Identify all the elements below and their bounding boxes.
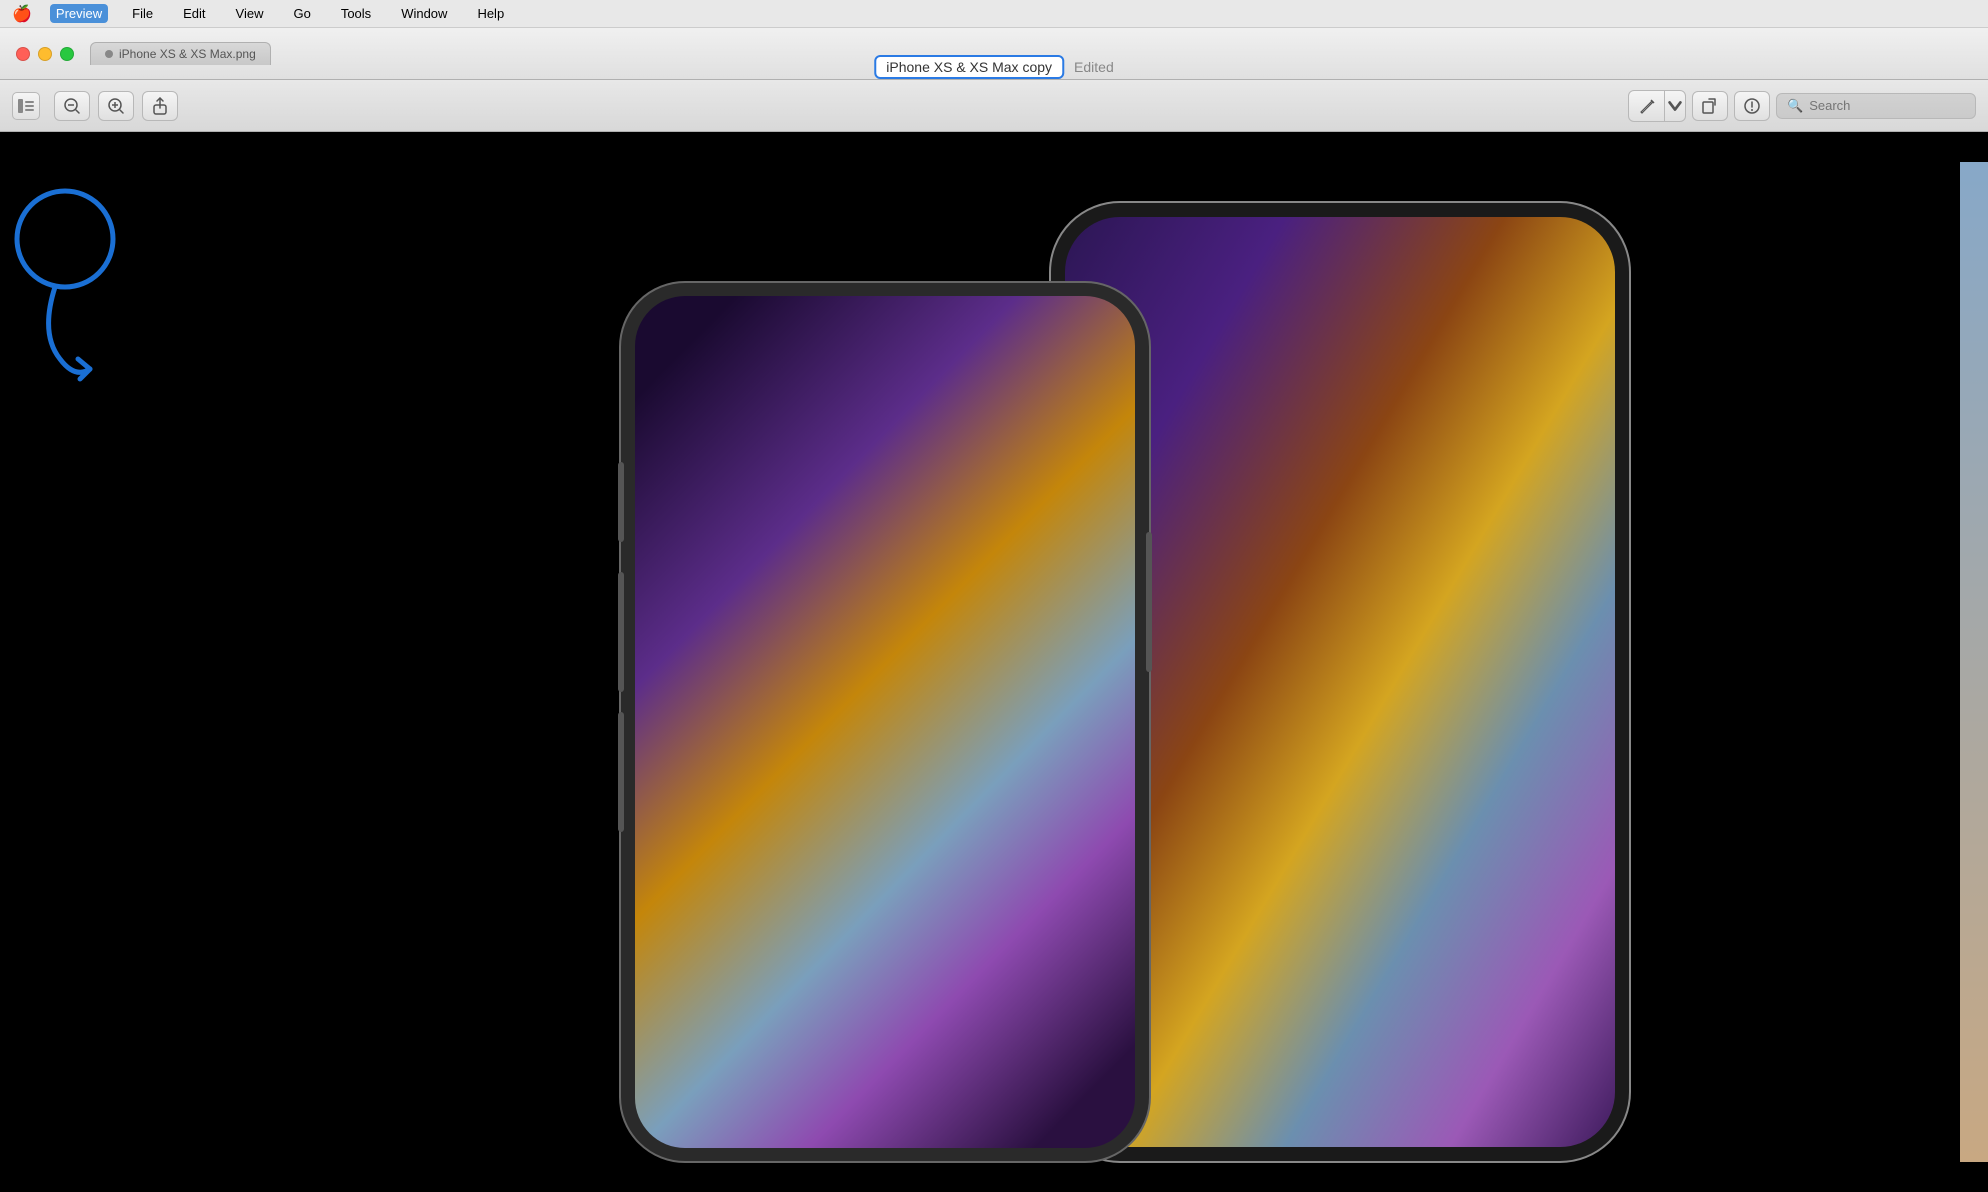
tab-dot	[105, 50, 113, 58]
search-input[interactable]	[1809, 98, 1965, 113]
window-title: iPhone XS & XS Max copy	[886, 59, 1052, 75]
menubar-view[interactable]: View	[230, 4, 270, 23]
menubar-file[interactable]: File	[126, 4, 159, 23]
rotate-button[interactable]	[1692, 91, 1728, 121]
window-title-box[interactable]: iPhone XS & XS Max copy	[874, 55, 1064, 79]
minimize-button[interactable]	[38, 47, 52, 61]
apple-menu[interactable]: 🍎	[12, 4, 32, 24]
menubar-preview[interactable]: Preview	[50, 4, 108, 23]
close-button[interactable]	[16, 47, 30, 61]
edited-label: Edited	[1074, 59, 1114, 75]
titlebar: iPhone XS & XS Max.png iPhone XS & XS Ma…	[0, 28, 1988, 80]
window-title-area: iPhone XS & XS Max copy Edited	[874, 54, 1113, 80]
search-bar[interactable]: 🔍	[1776, 93, 1976, 119]
pen-tool-dropdown[interactable]	[1665, 91, 1685, 121]
markup-button-group	[1628, 90, 1686, 122]
preview-window: iPhone XS & XS Max.png iPhone XS & XS Ma…	[0, 28, 1988, 1192]
toolbar: 🔍	[0, 80, 1988, 132]
toolbar-right: 🔍	[1628, 90, 1976, 122]
menubar-edit[interactable]: Edit	[177, 4, 211, 23]
markup-annotate-button[interactable]	[1734, 91, 1770, 121]
content-area	[0, 132, 1988, 1192]
share-button[interactable]	[142, 91, 178, 121]
document-tab[interactable]: iPhone XS & XS Max.png	[90, 42, 271, 65]
maximize-button[interactable]	[60, 47, 74, 61]
menubar: 🍎 Preview File Edit View Go Tools Window…	[0, 0, 1988, 28]
zoom-out-button[interactable]	[54, 91, 90, 121]
menubar-tools[interactable]: Tools	[335, 4, 377, 23]
tab-filename: iPhone XS & XS Max.png	[119, 47, 256, 61]
traffic-lights	[16, 47, 74, 61]
pen-tool-button[interactable]	[1629, 91, 1665, 121]
menubar-help[interactable]: Help	[471, 4, 510, 23]
image-content	[0, 132, 1988, 1192]
sidebar-toggle-button[interactable]	[12, 92, 40, 120]
search-icon: 🔍	[1787, 98, 1803, 114]
menubar-window[interactable]: Window	[395, 4, 453, 23]
menubar-go[interactable]: Go	[287, 4, 316, 23]
zoom-in-button[interactable]	[98, 91, 134, 121]
